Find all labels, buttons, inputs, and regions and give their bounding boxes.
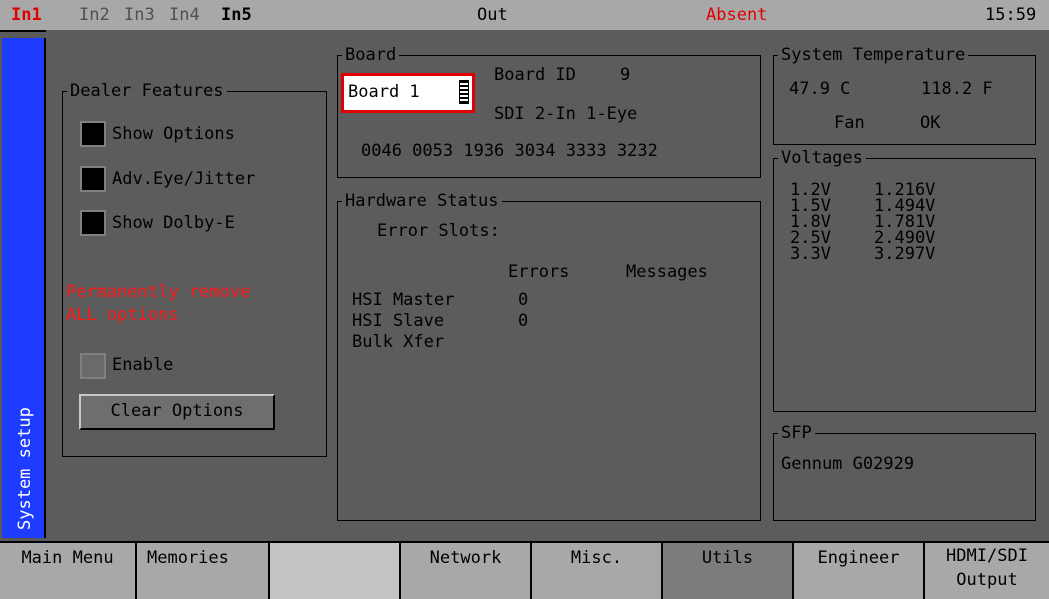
menu-main-menu[interactable]: Main Menu — [0, 543, 135, 599]
clear-options-button[interactable]: Clear Options — [79, 394, 275, 430]
sfp-value: Gennum G02929 — [781, 454, 915, 474]
voltage-list: 1.2V 1.216V 1.5V 1.494V 1.8V 1.781V 2.5V 2.4… — [790, 182, 936, 264]
board-title: Board — [342, 45, 400, 65]
signal-status: Absent — [706, 5, 768, 25]
show-options-label: Show Options — [112, 124, 235, 144]
fan-status: OK — [920, 113, 941, 133]
voltage-row: 3.3V 3.297V — [790, 244, 936, 264]
sfp-title: SFP — [778, 423, 815, 443]
menu-misc[interactable]: Misc. — [532, 543, 661, 599]
hsi-master-errors: 0 — [518, 290, 529, 310]
hsi-master-label: HSI Master — [352, 290, 455, 310]
error-slots-label: Error Slots: — [377, 221, 500, 241]
temperature-celsius: 47.9 C — [789, 79, 851, 99]
sfp-group: SFP — [773, 423, 1036, 521]
menu-hdmi-sdi-output[interactable]: HDMI/SDI Output — [925, 543, 1049, 599]
menu-engineer[interactable]: Engineer — [794, 543, 923, 599]
system-temperature-title: System Temperature — [778, 45, 969, 65]
system-temperature-group: System Temperature — [773, 45, 1036, 145]
menu-empty[interactable] — [270, 543, 399, 599]
remove-warning-line2: ALL options — [66, 305, 179, 325]
enable-label: Enable — [112, 355, 174, 375]
hsi-slave-errors: 0 — [518, 311, 529, 331]
input-tab-in1[interactable]: In1 — [11, 5, 42, 25]
side-tab-system-setup[interactable]: System setup — [2, 38, 46, 538]
input-tab-in3[interactable]: In3 — [124, 5, 155, 25]
board-serial: 0046 0053 1936 3034 3333 3232 — [361, 141, 658, 161]
hardware-status-group: Hardware Status — [337, 191, 761, 521]
input-tab-in2[interactable]: In2 — [79, 5, 110, 25]
input-tab-in5[interactable]: In5 — [221, 5, 252, 25]
messages-column-header: Messages — [626, 262, 708, 282]
list-scroll-icon — [459, 80, 469, 104]
board-id-value: 9 — [620, 65, 631, 85]
adv-eye-jitter-checkbox[interactable] — [80, 166, 106, 192]
temperature-fahrenheit: 118.2 F — [921, 79, 993, 99]
fan-label: Fan — [834, 113, 865, 133]
board-type: SDI 2-In 1-Eye — [494, 104, 638, 124]
board-id-label: Board ID — [494, 65, 576, 85]
adv-eye-jitter-label: Adv.Eye/Jitter — [112, 169, 256, 189]
enable-checkbox[interactable] — [80, 353, 106, 379]
board-select[interactable]: Board 1 — [341, 73, 475, 113]
input-tab-in4[interactable]: In4 — [169, 5, 200, 25]
side-tab-label: System setup — [15, 407, 35, 530]
hardware-status-title: Hardware Status — [342, 191, 502, 211]
bulk-xfer-label: Bulk Xfer — [352, 332, 445, 352]
hsi-slave-label: HSI Slave — [352, 311, 445, 331]
menu-memories[interactable]: Memories — [137, 543, 268, 599]
show-dolby-checkbox[interactable] — [80, 210, 106, 236]
show-options-checkbox[interactable] — [80, 121, 106, 147]
output-label: Out — [477, 5, 508, 25]
board-select-value: Board 1 — [348, 82, 420, 102]
status-bar: In1 In2 In3 In4 In5 Out Absent 15:59 — [0, 0, 1049, 32]
remove-warning-line1: Permanently remove — [66, 282, 251, 302]
menu-utils[interactable]: Utils — [663, 543, 792, 599]
voltages-title: Voltages — [778, 148, 866, 168]
show-dolby-label: Show Dolby-E — [112, 213, 235, 233]
dealer-features-title: Dealer Features — [67, 81, 227, 101]
clock: 15:59 — [985, 5, 1037, 25]
errors-column-header: Errors — [508, 262, 570, 282]
menu-network[interactable]: Network — [401, 543, 530, 599]
